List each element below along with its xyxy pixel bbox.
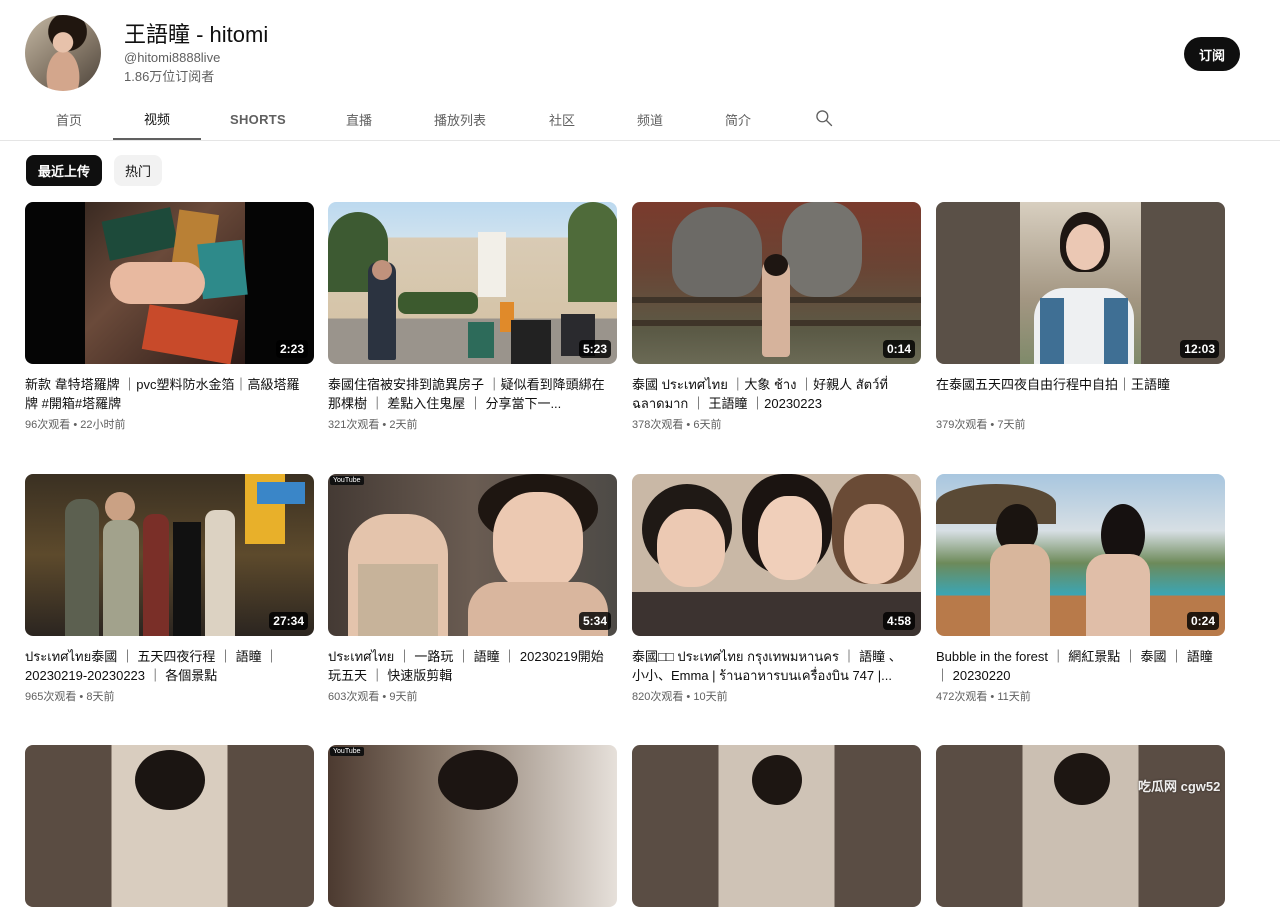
video-card[interactable]: 4:58 泰國□□ ประเทศไทย กรุงเทพมหานคร ｜ 語瞳 、…	[632, 474, 921, 704]
video-thumbnail[interactable]: 4:58	[632, 474, 921, 636]
youtube-badge: YouTube	[330, 747, 364, 756]
tab-channels[interactable]: 频道	[614, 98, 686, 140]
video-card[interactable]: YouTube	[328, 745, 617, 907]
tab-videos[interactable]: 视频	[113, 98, 201, 140]
video-title[interactable]: ประเทศไทย泰國 ｜ 五天四夜行程 ｜ 語瞳 ｜ 20230219-202…	[25, 647, 307, 685]
video-title[interactable]: 泰國住宿被安排到詭異房子 ｜疑似看到降頭綁在那棵樹 ｜ 差點入住鬼屋 ｜ 分享當…	[328, 375, 610, 413]
video-title[interactable]: ประเทศไทย ｜ 一路玩 ｜ 語瞳 ｜ 20230219開始玩五天 ｜ 快…	[328, 647, 610, 685]
video-meta: 379次观看 • 7天前	[936, 419, 1026, 431]
video-duration: 0:14	[882, 340, 915, 358]
video-meta: 321次观看 • 2天前	[328, 419, 418, 431]
video-card[interactable]: YouTube 5:34 ประเทศไทย ｜ 一路玩 ｜ 語瞳 ｜ 2023…	[328, 474, 617, 704]
video-thumbnail[interactable]: 5:23	[328, 202, 617, 364]
video-thumbnail[interactable]: 0:14	[632, 202, 921, 364]
search-icon[interactable]	[814, 108, 834, 128]
tab-live[interactable]: 直播	[323, 98, 395, 140]
video-thumbnail[interactable]: 2:23	[25, 202, 314, 364]
channel-name: 王語瞳 - hitomi	[124, 22, 269, 47]
video-duration: 27:34	[269, 612, 308, 630]
video-duration: 4:58	[882, 612, 915, 630]
video-title[interactable]: 泰國 ประเทศไทย ｜大象 ช้าง ｜好親人 สัตว์ที่ฉลาดม…	[632, 375, 914, 413]
tab-home[interactable]: 首页	[33, 98, 105, 140]
video-meta: 96次观看 • 22小时前	[25, 419, 126, 431]
video-duration: 2:23	[275, 340, 308, 358]
video-duration: 5:23	[578, 340, 611, 358]
video-meta: 378次观看 • 6天前	[632, 419, 722, 431]
site-watermark: 吃瓜网 cgw52	[1138, 779, 1221, 794]
video-duration: 12:03	[1180, 340, 1219, 358]
video-card[interactable]: 27:34 ประเทศไทย泰國 ｜ 五天四夜行程 ｜ 語瞳 ｜ 202302…	[25, 474, 314, 704]
channel-avatar[interactable]	[25, 15, 101, 91]
youtube-badge: YouTube	[330, 476, 364, 485]
video-card[interactable]: 2:23 新款 韋特塔羅牌 ｜pvc塑料防水金箔｜高級塔羅牌 #開箱#塔羅牌 9…	[25, 202, 314, 432]
video-duration: 5:34	[578, 612, 611, 630]
video-card[interactable]	[632, 745, 921, 907]
video-title[interactable]: 在泰國五天四夜自由行程中自拍｜王語瞳	[936, 375, 1218, 413]
video-card[interactable]: 0:24 Bubble in the forest ｜ 網紅景點 ｜ 泰國 ｜ …	[936, 474, 1225, 704]
video-thumbnail[interactable]: YouTube	[328, 745, 617, 907]
tab-shorts[interactable]: SHORTS	[214, 98, 302, 140]
video-meta: 820次观看 • 10天前	[632, 691, 728, 703]
video-card[interactable]: 0:14 泰國 ประเทศไทย ｜大象 ช้าง ｜好親人 สัตว์ที่…	[632, 202, 921, 432]
video-title[interactable]: 泰國□□ ประเทศไทย กรุงเทพมหานคร ｜ 語瞳 、小小、Em…	[632, 647, 914, 685]
video-thumbnail[interactable]	[936, 745, 1225, 907]
tab-community[interactable]: 社区	[526, 98, 598, 140]
video-title[interactable]: Bubble in the forest ｜ 網紅景點 ｜ 泰國 ｜ 語瞳 ｜ …	[936, 647, 1218, 685]
video-thumbnail[interactable]: 0:24	[936, 474, 1225, 636]
video-duration: 0:24	[1186, 612, 1219, 630]
video-card[interactable]: 12:03 在泰國五天四夜自由行程中自拍｜王語瞳 379次观看 • 7天前	[936, 202, 1225, 432]
video-meta: 472次观看 • 11天前	[936, 691, 1031, 703]
tab-about[interactable]: 简介	[702, 98, 774, 140]
video-thumbnail[interactable]	[632, 745, 921, 907]
video-card[interactable]	[936, 745, 1225, 907]
channel-tabs: 首页 视频 SHORTS 直播 播放列表 社区 频道 简介	[0, 98, 1280, 141]
video-card[interactable]: 5:23 泰國住宿被安排到詭異房子 ｜疑似看到降頭綁在那棵樹 ｜ 差點入住鬼屋 …	[328, 202, 617, 432]
tab-playlists[interactable]: 播放列表	[416, 98, 504, 140]
video-thumbnail[interactable]: 27:34	[25, 474, 314, 636]
video-meta: 603次观看 • 9天前	[328, 691, 418, 703]
video-thumbnail[interactable]: YouTube 5:34	[328, 474, 617, 636]
video-title[interactable]: 新款 韋特塔羅牌 ｜pvc塑料防水金箔｜高級塔羅牌 #開箱#塔羅牌	[25, 375, 307, 413]
subscribe-button[interactable]: 订阅	[1184, 37, 1240, 71]
chip-latest[interactable]: 最近上传	[26, 155, 102, 186]
video-card[interactable]	[25, 745, 314, 907]
video-meta: 965次观看 • 8天前	[25, 691, 115, 703]
video-thumbnail[interactable]: 12:03	[936, 202, 1225, 364]
video-thumbnail[interactable]	[25, 745, 314, 907]
chip-popular[interactable]: 热门	[114, 155, 162, 186]
subscriber-count: 1.86万位订阅者	[124, 69, 215, 84]
channel-handle: @hitomi8888live	[124, 50, 221, 65]
